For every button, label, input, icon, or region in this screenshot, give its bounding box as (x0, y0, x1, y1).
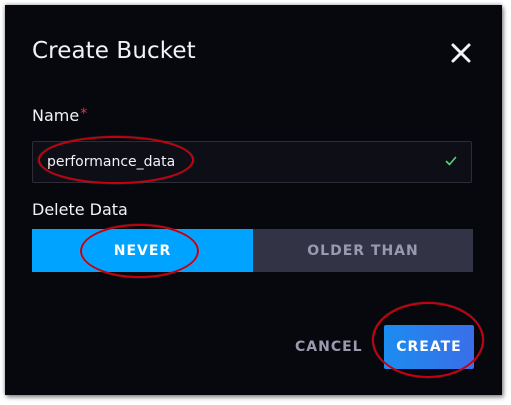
toggle-older-than[interactable]: OLDER THAN (253, 229, 473, 272)
toggle-never[interactable]: NEVER (32, 229, 253, 272)
dialog-title: Create Bucket (32, 38, 196, 64)
cancel-button[interactable]: CANCEL (295, 335, 363, 360)
check-icon (445, 156, 457, 166)
name-field (32, 141, 472, 183)
create-bucket-dialog: Create Bucket Name* Delete Data NEVER OL… (5, 5, 502, 395)
delete-data-toggle: NEVER OLDER THAN (32, 229, 473, 272)
name-input[interactable] (33, 142, 433, 182)
name-label: Name* (32, 106, 87, 125)
close-icon (451, 43, 471, 63)
close-button[interactable] (449, 41, 473, 65)
name-label-text: Name (32, 106, 80, 125)
create-button[interactable]: CREATE (384, 325, 474, 369)
required-marker: * (80, 106, 88, 122)
delete-data-label: Delete Data (32, 200, 128, 219)
